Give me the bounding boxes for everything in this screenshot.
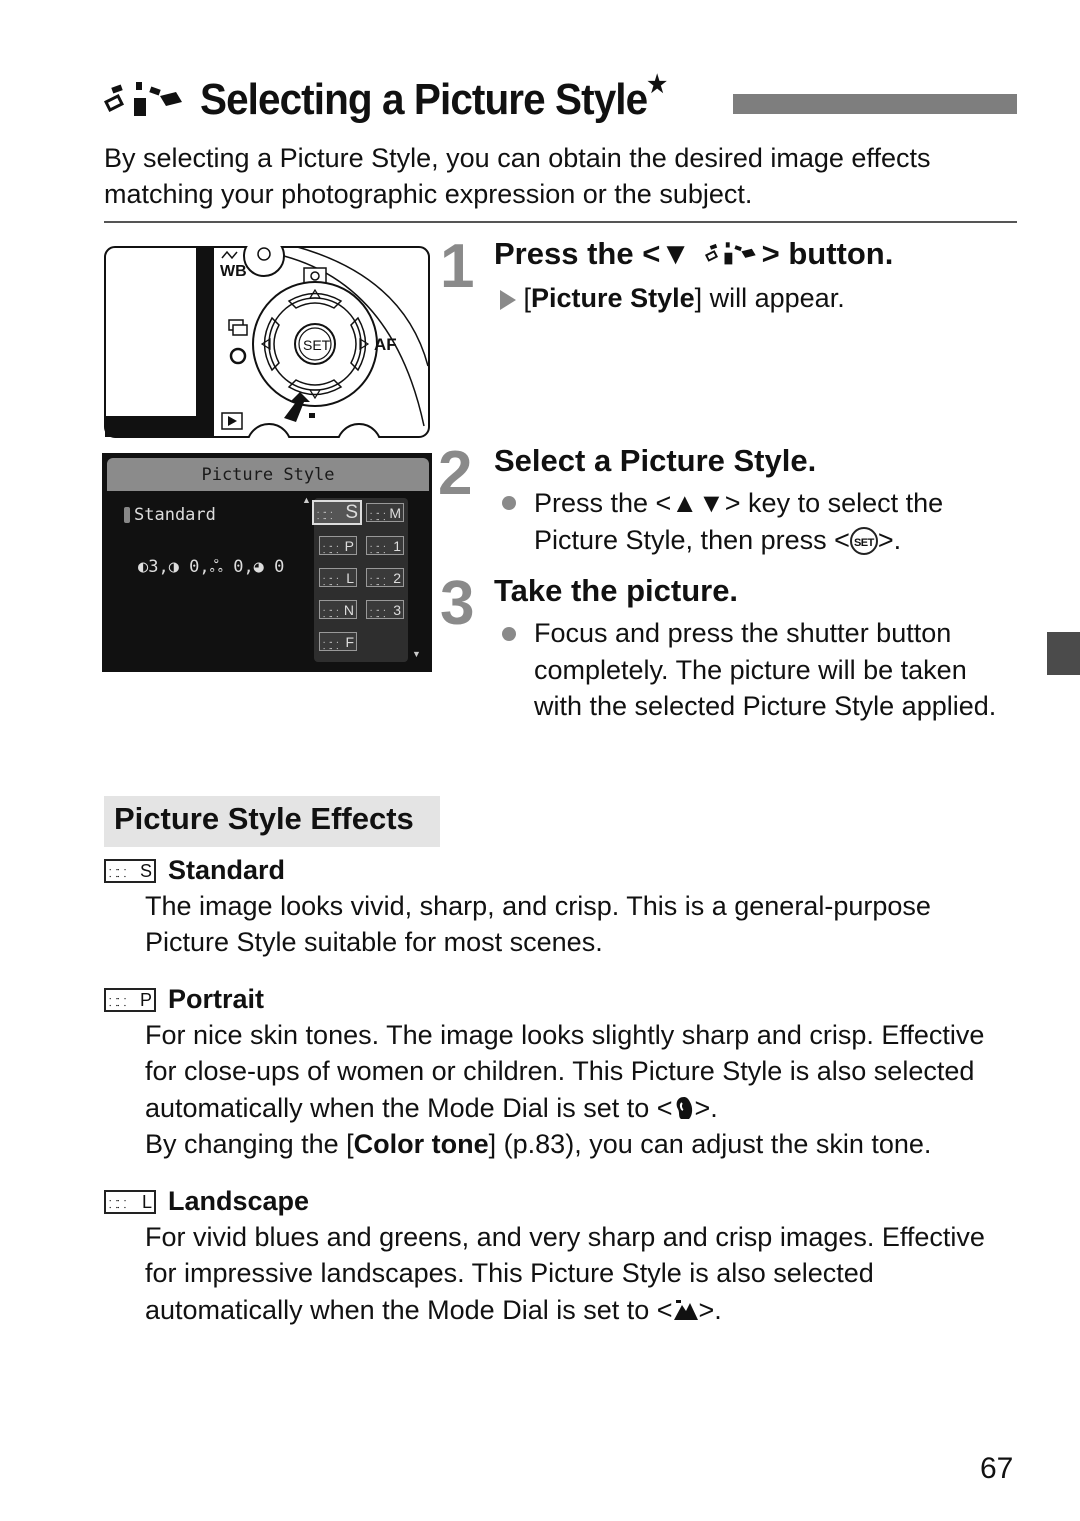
effect-standard: ⸬⸬ S Standard The image looks vivid, shar… bbox=[104, 855, 1004, 961]
portrait-style-icon: ⸬⸬ P bbox=[104, 987, 156, 1012]
effect-name: Standard bbox=[168, 855, 286, 885]
step-3-body: Focus and press the shutter button compl… bbox=[534, 618, 997, 721]
step-number-3: 3 bbox=[440, 569, 475, 638]
style-chip-portrait[interactable]: ⸬⸬ P bbox=[319, 536, 357, 556]
portrait-mode-icon bbox=[676, 1096, 692, 1119]
step-number-2: 2 bbox=[438, 439, 473, 508]
wb-label: WB bbox=[220, 263, 247, 280]
result-arrow-icon bbox=[500, 289, 516, 310]
set-button-icon: SET bbox=[849, 527, 878, 556]
style-chip-neutral[interactable]: ⸬⸬ N bbox=[319, 600, 357, 620]
step-number-1: 1 bbox=[440, 232, 475, 301]
lcd-current-style: Standard bbox=[124, 505, 216, 525]
standard-style-icon: ⸬⸬ S bbox=[104, 858, 156, 883]
bullet-icon bbox=[502, 627, 516, 641]
style-chip-user-1[interactable]: ⸬⸬ 1 bbox=[366, 536, 404, 556]
step-2-title: Select a Picture Style. bbox=[494, 443, 817, 478]
picture-style-icon: ⸬⸬ bbox=[317, 511, 333, 522]
picture-style-icon: ⸬⸬ bbox=[323, 545, 339, 556]
lcd-picture-style-screen: Picture Style Standard ◐3,◑ 0,ஃ 0,◕ 0 ▲ … bbox=[102, 453, 432, 672]
down-key-icon: ▼ bbox=[660, 236, 691, 271]
effect-description: The image looks vivid, sharp, and crisp.… bbox=[145, 891, 931, 958]
style-chip-user-3[interactable]: ⸬⸬ 3 bbox=[366, 600, 404, 620]
style-chip-user-2[interactable]: ⸬⸬ 2 bbox=[366, 568, 404, 588]
picture-style-icon bbox=[704, 242, 756, 265]
lcd-style-params: ◐3,◑ 0,ஃ 0,◕ 0 bbox=[138, 557, 285, 577]
picture-style-icon: ⸬⸬ bbox=[370, 609, 386, 620]
picture-style-icon: ⸬⸬ bbox=[370, 577, 386, 588]
style-chip-landscape[interactable]: ⸬⸬ L bbox=[319, 568, 357, 588]
lcd-current-style-label: Standard bbox=[134, 505, 216, 525]
page-number: 67 bbox=[980, 1452, 1014, 1485]
step-3-title: Take the picture. bbox=[494, 573, 739, 608]
style-chip-monochrome[interactable]: ⸬⸬ M bbox=[366, 503, 404, 523]
page-title: Selecting a Picture Style★ bbox=[104, 70, 707, 130]
camera-back-illustration: WB SET AF bbox=[104, 246, 430, 438]
picture-style-icon: ⸬⸬ bbox=[370, 545, 386, 556]
picture-style-icon: ⸬⸬ bbox=[323, 577, 339, 588]
effect-name: Portrait bbox=[168, 984, 265, 1014]
lcd-header: Picture Style bbox=[107, 458, 429, 491]
style-chip-faithful[interactable]: ⸬⸬ F bbox=[319, 632, 357, 652]
picture-style-icon: ⸬⸬ bbox=[323, 609, 339, 620]
step-2-body: Press the <▲▼> key to select the Picture… bbox=[534, 488, 944, 556]
title-decoration-bar bbox=[733, 94, 1017, 114]
effect-landscape: ⸬⸬ L Landscape For vivid blues and greens… bbox=[104, 1186, 1004, 1328]
chapter-thumb-tab bbox=[1047, 632, 1080, 675]
style-marker-icon bbox=[124, 507, 130, 523]
picture-style-icon: ⸬⸬ bbox=[370, 512, 386, 523]
step-1-result: [Picture Style] will appear. bbox=[500, 280, 845, 317]
style-selection-grid: ⸬⸬ S ⸬⸬ M ⸬⸬ P ⸬⸬ 1 ⸬⸬ L ⸬⸬ 2 ⸬⸬ N ⸬⸬ 3 ⸬⸬ F bbox=[312, 498, 408, 662]
scroll-down-icon: ▼ bbox=[412, 649, 421, 659]
bullet-icon bbox=[502, 496, 516, 510]
style-chip-standard[interactable]: ⸬⸬ S bbox=[312, 500, 362, 525]
advanced-star-icon: ★ bbox=[647, 71, 667, 99]
picture-style-icon bbox=[104, 82, 182, 116]
landscape-mode-icon bbox=[673, 1299, 698, 1320]
title-text: Selecting a Picture Style bbox=[200, 75, 648, 124]
lcd-frame bbox=[196, 247, 214, 437]
effect-portrait: ⸬⸬ P Portrait For nice skin tones. The im… bbox=[104, 984, 1014, 1162]
up-down-key-icon: ▲▼ bbox=[671, 488, 725, 518]
step-1-title: Press the <▼ > button. bbox=[494, 236, 894, 271]
picture-style-icon: ⸬⸬ bbox=[323, 641, 339, 652]
landscape-style-icon: ⸬⸬ L bbox=[104, 1189, 156, 1214]
af-label: AF bbox=[374, 335, 397, 354]
scroll-up-icon: ▲ bbox=[302, 495, 311, 505]
effect-description: For vivid blues and greens, and very sha… bbox=[145, 1222, 985, 1325]
intro-text: By selecting a Picture Style, you can ob… bbox=[104, 143, 931, 209]
section-divider bbox=[104, 221, 1017, 223]
effect-description: For nice skin tones. The image looks sli… bbox=[145, 1020, 985, 1159]
effect-name: Landscape bbox=[168, 1186, 310, 1216]
set-button-label: SET bbox=[303, 337, 331, 353]
effects-heading: Picture Style Effects bbox=[104, 796, 440, 847]
